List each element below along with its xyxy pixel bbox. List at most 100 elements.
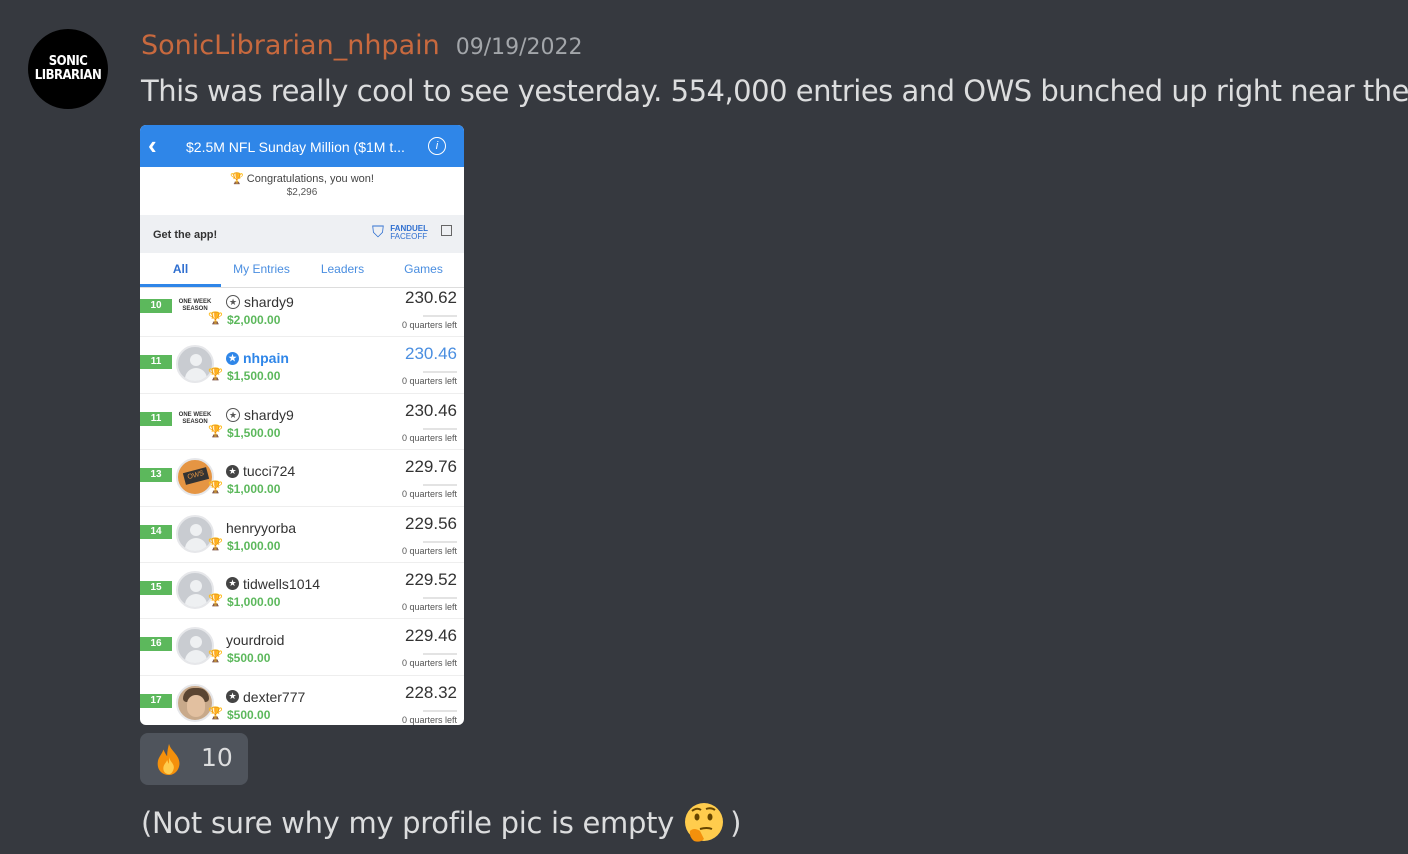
quarters-progress-bar <box>423 596 457 599</box>
username-text: shardy9 <box>244 406 294 423</box>
trophy-icon: 🏆 <box>208 649 223 664</box>
star-badge-icon: ★ <box>226 577 239 591</box>
avatar-text-line1: SONIC <box>48 54 88 69</box>
quarters-left: 0 quarters left <box>401 714 457 725</box>
entry-username: yourdroid <box>226 632 284 648</box>
attached-screenshot[interactable]: ‹ $2.5M NFL Sunday Million ($1M t... i 🏆… <box>140 125 464 725</box>
entry-username: henryyorba <box>226 520 296 536</box>
prize-amount: $2,000.00 <box>227 313 281 327</box>
followup-text-end: ) <box>730 806 742 840</box>
entry-score: 229.76 <box>405 457 457 477</box>
external-link-icon <box>441 225 452 236</box>
entry-username: ★ shardy9 <box>226 407 294 423</box>
rank-tag: 10 <box>140 299 172 313</box>
quarters-progress-bar <box>423 653 457 656</box>
quarters-left: 0 quarters left <box>401 376 457 387</box>
leaderboard-row[interactable]: 15 🏆 ★ tidwells1014 $1,000.00 229.52 0 qu… <box>140 563 464 620</box>
congrats-text: Congratulations, you won! <box>246 173 374 185</box>
quarters-left: 0 quarters left <box>401 489 457 500</box>
rank-tag: 14 <box>140 524 172 539</box>
trophy-icon: 🏆 <box>208 367 223 382</box>
pennant-text: OWS <box>182 467 210 486</box>
reaction-fire[interactable]: 10 <box>140 733 248 785</box>
prize-amount: $1,000.00 <box>227 482 281 497</box>
avatar-text-line2: LIBRARIAN <box>34 68 102 83</box>
quarters-left: 0 quarters left <box>401 658 457 669</box>
username-text: henryyorba <box>226 519 297 536</box>
quarters-progress-bar <box>423 315 457 317</box>
leaderboard-list: 10 ONE WEEK SEASON 🏆 ★ shardy9 $2,000.00 … <box>140 281 464 725</box>
quarters-left: 0 quarters left <box>401 320 457 330</box>
prize-amount: $1,500.00 <box>227 369 281 384</box>
info-icon: i <box>428 137 446 155</box>
quarters-progress-bar <box>423 427 457 430</box>
prize-amount: $1,000.00 <box>227 538 281 553</box>
entry-score: 229.52 <box>405 569 457 589</box>
username-text: tucci724 <box>243 463 296 480</box>
trophy-icon: 🏆 <box>208 311 223 325</box>
followup-text: (Not sure why my profile pic is empty <box>141 806 675 840</box>
entry-username: ★ tucci724 <box>226 463 295 479</box>
username-text: nhpain <box>243 350 289 367</box>
get-app-label: Get the app! <box>153 229 218 241</box>
trophy-icon: 🏆 <box>208 536 223 551</box>
entry-username: ★ nhpain <box>226 350 289 366</box>
contest-header: ‹ $2.5M NFL Sunday Million ($1M t... i <box>140 125 464 167</box>
trophy-icon: 🏆 <box>208 705 223 720</box>
reaction-count: 10 <box>201 743 233 772</box>
prize-amount: $500.00 <box>227 707 271 722</box>
entry-username: ★ tidwells1014 <box>226 576 320 592</box>
quarters-progress-bar <box>423 484 457 487</box>
rank-tag: 17 <box>140 693 172 708</box>
star-badge-icon: ★ <box>226 295 240 309</box>
leaderboard-row[interactable]: 16 🏆 yourdroid $500.00 229.46 0 quarters… <box>140 619 464 676</box>
timestamp: 09/19/2022 <box>455 35 583 60</box>
congrats-banner: 🏆 Congratulations, you won! $2,296 <box>140 167 464 215</box>
leaderboard-row[interactable]: 14 🏆 henryyorba $1,000.00 229.56 0 quart… <box>140 507 464 563</box>
entry-score: 228.32 <box>405 682 457 702</box>
star-badge-icon: ★ <box>226 351 239 365</box>
quarters-left: 0 quarters left <box>401 432 457 443</box>
prize-amount: $1,000.00 <box>227 594 281 609</box>
message-text: This was really cool to see yesterday. 5… <box>141 74 1408 108</box>
entry-score: 229.56 <box>405 513 457 533</box>
rank-tag: 15 <box>140 580 172 595</box>
username-text: shardy9 <box>244 294 294 310</box>
leaderboard-row[interactable]: 17 🏆 ★ dexter777 $500.00 228.32 0 quarter… <box>140 676 464 725</box>
leaderboard-row[interactable]: 11 ONE WEEK SEASON 🏆 ★ shardy9 $1,500.00 … <box>140 394 464 451</box>
username-text: dexter777 <box>243 688 306 705</box>
trophy-icon: 🏆 <box>230 173 244 185</box>
quarters-left: 0 quarters left <box>401 601 457 612</box>
message-header: SonicLibrarian_nhpain 09/19/2022 <box>141 30 583 61</box>
username-text: tidwells1014 <box>243 575 321 592</box>
entry-score: 230.46 <box>405 400 457 420</box>
winnings-amount: $2,296 <box>286 187 318 198</box>
entry-score: 229.46 <box>405 626 457 646</box>
trophy-icon: 🏆 <box>208 423 223 438</box>
leaderboard-row[interactable]: 11 🏆 ★ nhpain $1,500.00 230.46 0 quarters… <box>140 337 464 394</box>
author-avatar[interactable]: SONIC LIBRARIAN <box>28 29 108 109</box>
contest-title: $2.5M NFL Sunday Million ($1M t... <box>186 139 405 155</box>
quarters-progress-bar <box>423 540 457 543</box>
quarters-left: 0 quarters left <box>401 545 457 556</box>
leaderboard-row[interactable]: 10 ONE WEEK SEASON 🏆 ★ shardy9 $2,000.00 … <box>140 281 464 338</box>
quarters-progress-bar <box>423 709 457 712</box>
rank-tag: 11 <box>140 411 172 426</box>
fanduel-faceoff-logo: FANDUEL FACEOFF <box>390 225 428 241</box>
back-chevron-icon: ‹ <box>148 130 157 160</box>
brand-line2: FACEOFF <box>390 232 428 241</box>
username[interactable]: SonicLibrarian_nhpain <box>141 30 440 61</box>
rank-tag: 11 <box>140 355 172 370</box>
entry-score: 230.62 <box>405 288 457 307</box>
trophy-icon: 🏆 <box>208 480 223 495</box>
leaderboard-row[interactable]: 13 OWS 🏆 ★ tucci724 $1,000.00 229.76 0 qu… <box>140 450 464 507</box>
entry-username: ★ shardy9 <box>226 294 294 310</box>
star-badge-icon: ★ <box>226 407 240 422</box>
entry-score: 230.46 <box>405 344 457 364</box>
thinking-face-icon <box>685 803 724 842</box>
prize-amount: $1,500.00 <box>227 425 281 440</box>
star-badge-icon: ★ <box>226 464 239 478</box>
username-text: yourdroid <box>226 632 285 649</box>
quarters-progress-bar <box>423 371 457 374</box>
trophy-icon: 🏆 <box>208 592 223 607</box>
